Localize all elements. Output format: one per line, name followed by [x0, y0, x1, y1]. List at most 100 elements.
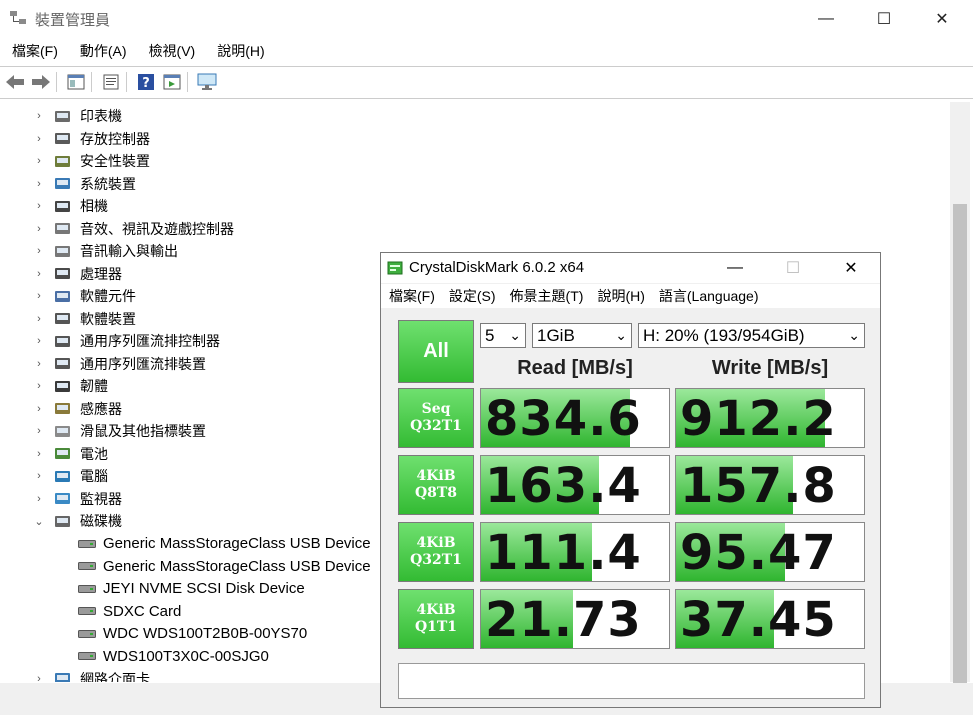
update-driver-button[interactable] — [100, 72, 122, 92]
chevron-right-icon[interactable]: › — [33, 358, 45, 370]
scan-hardware-button[interactable] — [196, 72, 218, 92]
tree-category-label: 音效、視訊及遊戲控制器 — [80, 220, 234, 237]
tree-category[interactable]: › 相機 — [0, 195, 940, 217]
test-label-line1: 4KiB — [416, 535, 456, 551]
read-result-cell: 111.4 — [480, 522, 670, 582]
crystaldiskmark-icon — [387, 261, 403, 275]
chevron-right-icon[interactable]: › — [33, 470, 45, 482]
tree-category[interactable]: › 系統裝置 — [0, 173, 940, 195]
processor-icon — [55, 268, 70, 279]
test-label-line2: Q32T1 — [410, 552, 462, 568]
speaker-icon — [55, 223, 70, 234]
cdm-menu-settings[interactable]: 設定(S) — [441, 284, 502, 308]
tree-category[interactable]: › 存放控制器 — [0, 128, 940, 150]
tree-category-label: 通用序列匯流排裝置 — [80, 355, 206, 372]
help-button[interactable]: ? — [135, 72, 157, 92]
menu-help[interactable]: 說明(H) — [205, 40, 274, 64]
write-header: Write [MB/s] — [711, 357, 829, 379]
drive-select[interactable]: H: 20% (193/954GiB) ⌄ — [638, 323, 865, 348]
properties-button[interactable] — [65, 72, 87, 92]
test-label-line1: 4KiB — [416, 602, 456, 618]
storage-controller-icon — [55, 133, 70, 144]
test-label-line1: Seq — [421, 401, 451, 417]
monitor-icon — [55, 493, 70, 504]
chevron-right-icon[interactable]: › — [33, 403, 45, 415]
forward-arrow-icon — [32, 75, 50, 89]
svg-text:?: ? — [142, 76, 150, 91]
tree-category[interactable]: › 音效、視訊及遊戲控制器 — [0, 218, 940, 240]
vertical-scrollbar[interactable] — [950, 102, 970, 699]
chevron-right-icon[interactable]: › — [33, 290, 45, 302]
write-result-value: 912.2 — [680, 391, 837, 447]
chevron-right-icon[interactable]: › — [33, 110, 45, 122]
chevron-right-icon[interactable]: › — [33, 425, 45, 437]
test-button[interactable]: 4KiB Q1T1 — [398, 589, 474, 649]
toolbar-separator — [126, 72, 127, 92]
test-button[interactable]: Seq Q32T1 — [398, 388, 474, 448]
write-result-value: 95.47 — [680, 525, 837, 581]
maximize-button[interactable]: ☐ — [861, 4, 907, 34]
chevron-down-icon: ⌄ — [848, 327, 860, 343]
chevron-right-icon[interactable]: › — [33, 178, 45, 190]
back-arrow-icon — [6, 75, 24, 89]
chevron-right-icon[interactable]: › — [33, 200, 45, 212]
comment-field[interactable] — [398, 663, 865, 699]
close-button[interactable]: ✕ — [919, 4, 965, 34]
cdm-menu-file[interactable]: 檔案(F) — [381, 284, 441, 308]
menu-file[interactable]: 檔案(F) — [0, 40, 68, 64]
read-result-value: 163.4 — [485, 458, 642, 514]
chevron-right-icon[interactable]: › — [33, 133, 45, 145]
view-button[interactable] — [161, 72, 183, 92]
tree-category-label: 安全性裝置 — [80, 153, 150, 169]
cdm-maximize-button[interactable]: ☐ — [770, 253, 816, 283]
system-device-icon — [55, 178, 70, 189]
read-result-cell: 834.6 — [480, 388, 670, 448]
cdm-menu-help[interactable]: 說明(H) — [589, 284, 650, 308]
menu-action[interactable]: 動作(A) — [68, 40, 137, 64]
chevron-right-icon[interactable]: › — [33, 493, 45, 505]
chevron-right-icon[interactable]: › — [33, 673, 45, 683]
all-button[interactable]: All — [398, 320, 474, 383]
toolbar-separator — [91, 72, 92, 92]
read-header: Read [MB/s] — [517, 357, 633, 379]
drive-value: H: 20% (193/954GiB) — [643, 326, 805, 345]
test-count-value: 5 — [485, 326, 495, 345]
menu-view[interactable]: 檢視(V) — [137, 40, 206, 64]
chevron-right-icon[interactable]: › — [33, 223, 45, 235]
chevron-right-icon[interactable]: › — [33, 313, 45, 325]
tree-category[interactable]: › 安全性裝置 — [0, 150, 940, 172]
disk-drive-label: SDXC Card — [103, 602, 182, 620]
chevron-right-icon[interactable]: › — [33, 380, 45, 392]
test-count-select[interactable]: 5 ⌄ — [480, 323, 526, 348]
cdm-menu-bar: 檔案(F) 設定(S) 佈景主題(T) 說明(H) 語言(Language) — [381, 284, 880, 308]
disk-drive-icon — [78, 629, 96, 638]
tree-category-label: 軟體裝置 — [80, 310, 136, 327]
test-button[interactable]: 4KiB Q8T8 — [398, 455, 474, 515]
chevron-right-icon[interactable]: › — [33, 245, 45, 257]
cdm-close-button[interactable]: ✕ — [828, 253, 874, 283]
cdm-minimize-button[interactable]: — — [712, 253, 758, 283]
chevron-down-icon[interactable]: ⌄ — [33, 515, 45, 528]
tree-category[interactable]: › 印表機 — [0, 105, 940, 127]
read-result-cell: 21.73 — [480, 589, 670, 649]
test-button[interactable]: 4KiB Q32T1 — [398, 522, 474, 582]
monitor-icon — [197, 73, 217, 90]
chevron-right-icon[interactable]: › — [33, 268, 45, 280]
cdm-menu-language[interactable]: 語言(Language) — [651, 284, 765, 308]
forward-button[interactable] — [30, 72, 52, 92]
cdm-menu-theme[interactable]: 佈景主題(T) — [502, 284, 590, 308]
disk-drive-icon — [78, 607, 96, 615]
crystaldiskmark-window: CrystalDiskMark 6.0.2 x64 — ☐ ✕ 檔案(F) 設定… — [380, 252, 881, 708]
battery-icon — [55, 448, 70, 459]
test-label-line2: Q32T1 — [410, 418, 462, 434]
chevron-right-icon[interactable]: › — [33, 335, 45, 347]
test-size-select[interactable]: 1GiB ⌄ — [532, 323, 632, 348]
chevron-right-icon[interactable]: › — [33, 448, 45, 460]
device-manager-icon — [10, 11, 26, 24]
tree-category-label: 電腦 — [80, 468, 108, 484]
tree-category-label: 相機 — [80, 198, 108, 214]
chevron-right-icon[interactable]: › — [33, 155, 45, 167]
scrollbar-thumb[interactable] — [953, 204, 967, 699]
minimize-button[interactable]: — — [803, 4, 849, 34]
back-button[interactable] — [4, 72, 26, 92]
